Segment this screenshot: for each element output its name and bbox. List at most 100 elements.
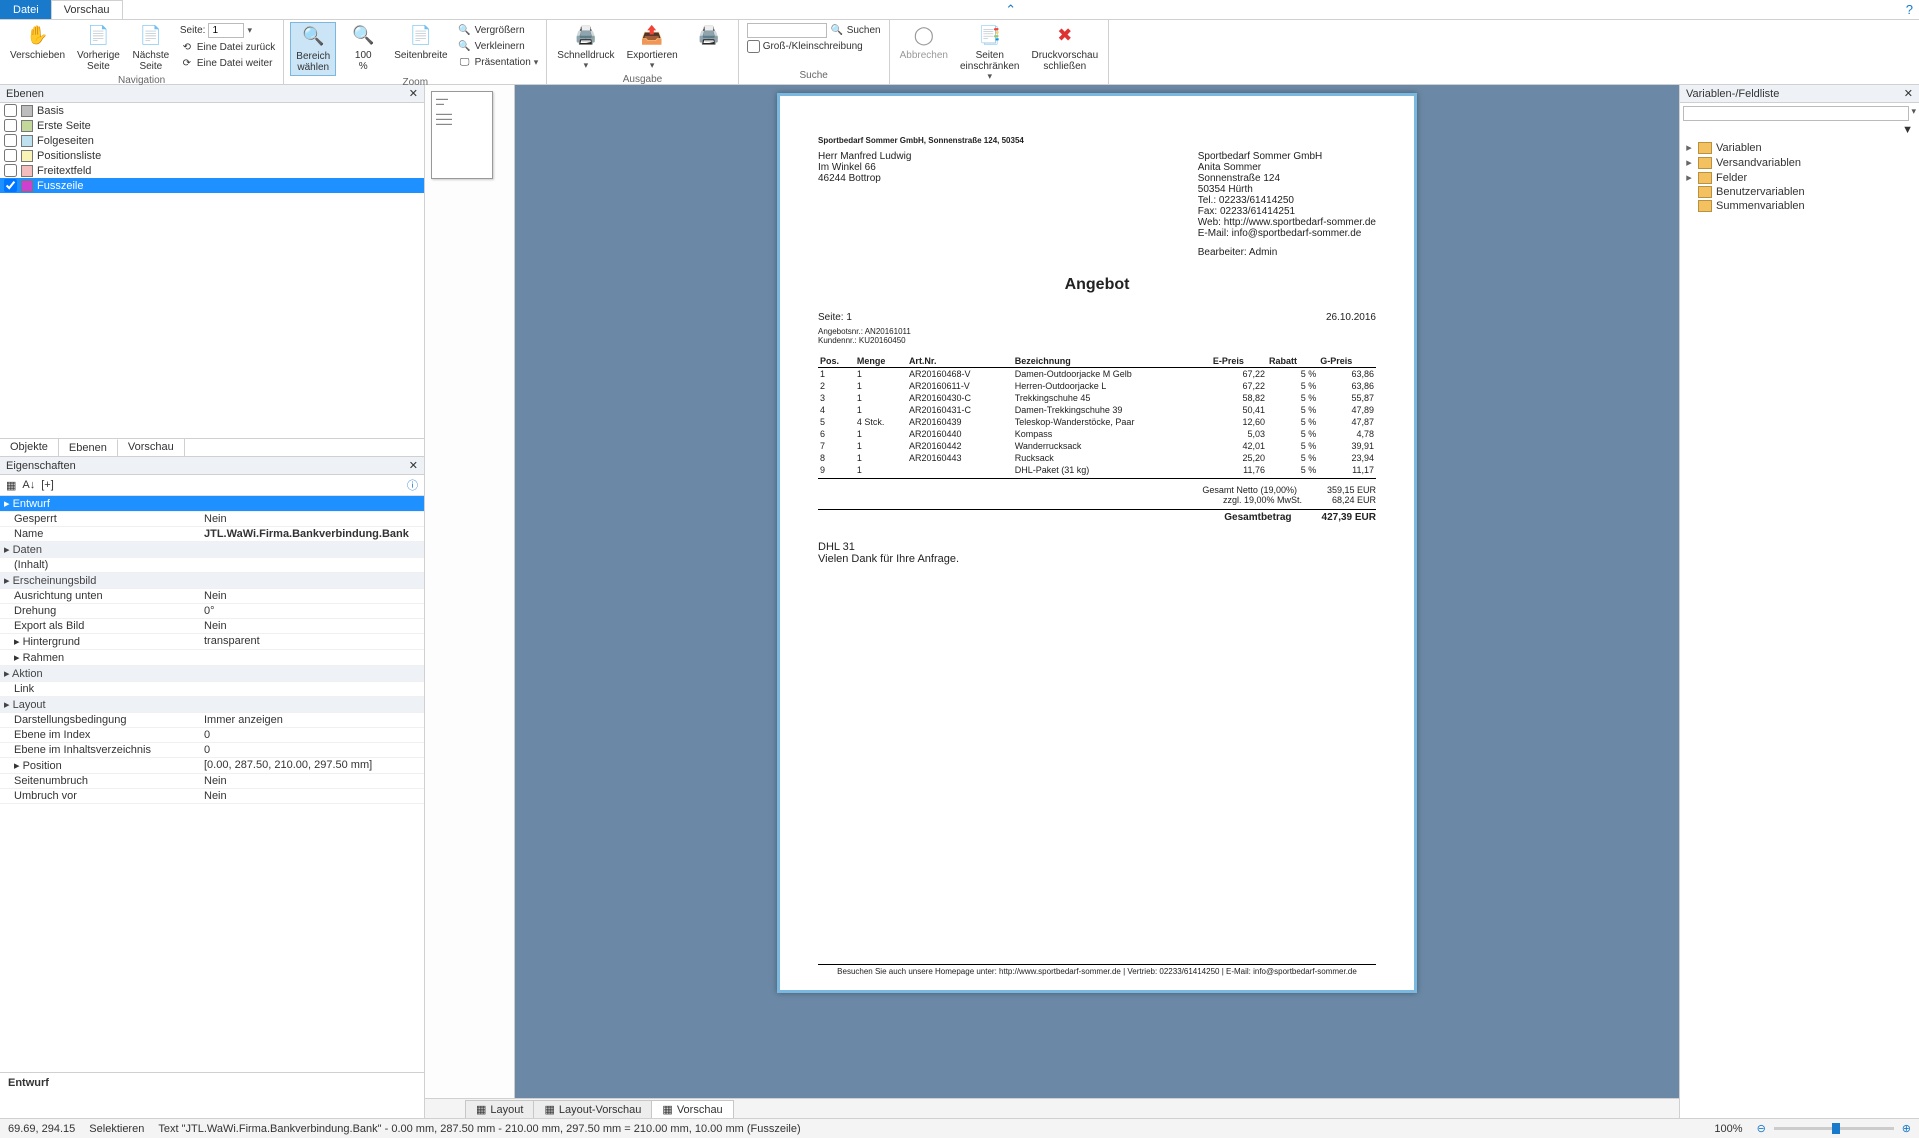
presentation-button[interactable]: 🖵Präsentation ▾ [456, 54, 541, 70]
variable-tree: ▸Variablen▸Versandvariablen▸FelderBenutz… [1680, 136, 1919, 217]
layer-row[interactable]: Erste Seite [0, 118, 424, 133]
prev-page-button[interactable]: 📄Vorherige Seite [73, 22, 124, 74]
search-button[interactable]: Suchen [847, 25, 881, 36]
prop-footer-title: Entwurf [8, 1077, 49, 1089]
tree-node[interactable]: ▸Felder [1682, 170, 1917, 185]
print-button[interactable]: 🖨️ [686, 22, 732, 52]
status-mode: Selektieren [89, 1123, 144, 1135]
layer-swatch [21, 120, 33, 132]
layer-row[interactable]: Freitextfeld [0, 163, 424, 178]
tree-node[interactable]: ▸Variablen [1682, 140, 1917, 155]
layers-close-icon[interactable]: ✕ [409, 87, 418, 100]
page-prev-icon: 📄 [86, 24, 110, 48]
arrow-left-icon: ⟲ [180, 40, 194, 54]
layer-checkbox[interactable] [4, 164, 17, 177]
tab-objects[interactable]: Objekte [0, 439, 59, 456]
tab-preview[interactable]: Vorschau [51, 0, 123, 19]
file-back-button[interactable]: ⟲Eine Datei zurück [178, 39, 277, 55]
close-icon: ✖ [1053, 24, 1077, 48]
zoom-slider[interactable] [1774, 1127, 1894, 1130]
tab-preview-panel[interactable]: Vorschau [118, 439, 185, 456]
limit-pages-button[interactable]: 📑Seiten einschränken▾ [956, 22, 1023, 84]
stop-icon: ◯ [912, 24, 936, 48]
layer-list: Basis Erste Seite Folgeseiten Positionsl… [0, 103, 424, 438]
page-thumbnail[interactable]: ▬▬▬▬▬▬▬▬▬▬▬▬▬▬▬▬▬ [431, 91, 493, 179]
zoom-out-icon: 🔍 [458, 39, 472, 53]
folder-icon [1698, 200, 1712, 212]
tree-node[interactable]: Summenvariablen [1682, 199, 1917, 213]
vars-title: Variablen-/Feldliste [1686, 88, 1779, 100]
vars-filter-input[interactable] [1683, 106, 1909, 121]
layer-swatch [21, 105, 33, 117]
page-input[interactable] [208, 23, 244, 38]
printer-icon: 🖨️ [574, 24, 598, 48]
export-button[interactable]: 📤Exportieren▾ [623, 22, 682, 73]
tab-layers[interactable]: Ebenen [59, 439, 118, 456]
layer-checkbox[interactable] [4, 149, 17, 162]
pagewidth-icon: 📄 [409, 24, 433, 48]
page-width-button[interactable]: 📄Seitenbreite [390, 22, 451, 63]
thumbnail-strip: ▬▬▬▬▬▬▬▬▬▬▬▬▬▬▬▬▬ [425, 85, 515, 1098]
search-input[interactable] [747, 23, 827, 38]
layer-checkbox[interactable] [4, 119, 17, 132]
zoom-out-button[interactable]: 🔍Verkleinern [456, 38, 541, 54]
layer-label: Folgeseiten [37, 135, 94, 147]
tree-node[interactable]: ▸Versandvariablen [1682, 155, 1917, 170]
folder-icon [1698, 186, 1712, 198]
export-icon: 📤 [640, 24, 664, 48]
group-output: Ausgabe [553, 73, 731, 86]
folder-icon [1698, 142, 1712, 154]
zoom-in-button[interactable]: 🔍Vergrößern [456, 22, 541, 38]
layer-row[interactable]: Basis [0, 103, 424, 118]
layer-row[interactable]: Folgeseiten [0, 133, 424, 148]
folder-icon [1698, 157, 1712, 169]
layer-row[interactable]: Positionsliste [0, 148, 424, 163]
layout-icon: ▦ [476, 1103, 486, 1116]
help-icon[interactable]: ? [1906, 2, 1913, 17]
props-close-icon[interactable]: ✕ [409, 459, 418, 472]
sort-az-icon[interactable]: A↓ [22, 479, 35, 491]
magnifier-icon: 🔍 [301, 25, 325, 49]
group-search: Suche [745, 69, 883, 82]
zoom-out-status[interactable]: ⊖ [1757, 1122, 1766, 1135]
next-page-button[interactable]: 📄Nächste Seite [128, 22, 174, 74]
folder-icon [1698, 172, 1712, 184]
page-label: Seite: [180, 25, 206, 36]
layer-label: Freitextfeld [37, 165, 91, 177]
zoom-in-icon: 🔍 [458, 23, 472, 37]
tab-file[interactable]: Datei [0, 0, 52, 19]
vars-close-icon[interactable]: ✕ [1904, 87, 1913, 100]
status-bar: 69.69, 294.15 Selektieren Text "JTL.WaWi… [0, 1118, 1919, 1138]
chevron-up-icon[interactable]: ⌃ [1005, 2, 1016, 18]
btab-layout-preview[interactable]: ▦Layout-Vorschau [533, 1100, 652, 1118]
close-preview-button[interactable]: ✖Druckvorschau schließen [1027, 22, 1102, 74]
zoom-100-button[interactable]: 🔍100 % [340, 22, 386, 74]
layer-label: Basis [37, 105, 64, 117]
btab-preview[interactable]: ▦Vorschau [651, 1100, 733, 1118]
select-area-button[interactable]: 🔍Bereich wählen [290, 22, 336, 76]
layer-label: Fusszeile [37, 180, 83, 192]
layer-swatch [21, 165, 33, 177]
abort-button: ◯Abbrechen [896, 22, 952, 63]
btab-layout[interactable]: ▦Layout [465, 1100, 534, 1118]
layer-row[interactable]: Fusszeile [0, 178, 424, 193]
layer-checkbox[interactable] [4, 134, 17, 147]
screen-icon: 🖵 [458, 55, 472, 69]
layer-checkbox[interactable] [4, 104, 17, 117]
layers-title: Ebenen [6, 88, 44, 100]
layer-checkbox[interactable] [4, 179, 17, 192]
page-next-icon: 📄 [139, 24, 163, 48]
case-checkbox[interactable] [747, 40, 760, 53]
file-fwd-button[interactable]: ⟳Eine Datei weiter [178, 55, 277, 71]
expand-icon[interactable]: [+] [41, 479, 54, 491]
info-icon[interactable]: ⓘ [407, 477, 418, 493]
filter-icon[interactable]: ▼ [1902, 124, 1913, 136]
zoom-in-status[interactable]: ⊕ [1902, 1122, 1911, 1135]
move-button[interactable]: ✋Verschieben [6, 22, 69, 63]
ribbon: ✋Verschieben 📄Vorherige Seite 📄Nächste S… [0, 20, 1919, 85]
quickprint-button[interactable]: 🖨️Schnelldruck▾ [553, 22, 618, 73]
status-zoom: 100% [1714, 1123, 1742, 1135]
percent-icon: 🔍 [351, 24, 375, 48]
categorize-icon[interactable]: ▦ [6, 479, 16, 492]
tree-node[interactable]: Benutzervariablen [1682, 185, 1917, 199]
